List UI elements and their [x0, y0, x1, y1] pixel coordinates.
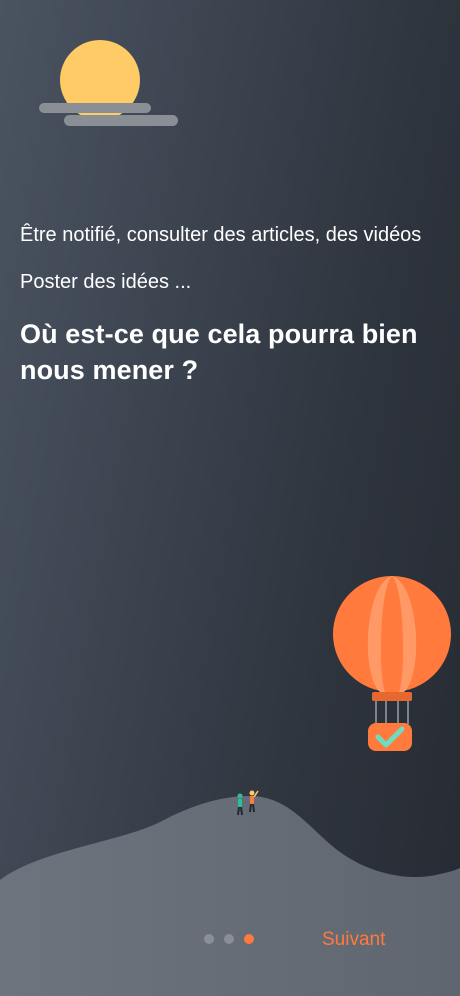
hikers-icon	[237, 790, 259, 816]
page-indicator	[204, 934, 254, 944]
cloud-icon	[64, 115, 178, 126]
page-dot-3-active	[244, 934, 254, 944]
sun-and-cloud-illustration	[39, 40, 178, 126]
description-line-2: Poster des idées ...	[20, 271, 192, 293]
onboarding-headline: Où est-ce que cela pourra bien nous mene…	[20, 319, 418, 385]
hot-air-balloon-icon	[333, 576, 451, 751]
onboarding-screen: Être notifié, consulter des articles, de…	[0, 0, 460, 996]
cloud-icon	[39, 103, 151, 113]
page-dot-2	[224, 934, 234, 944]
page-dot-1	[204, 934, 214, 944]
next-button[interactable]: Suivant	[322, 928, 385, 952]
onboarding-text: Être notifié, consulter des articles, de…	[20, 222, 440, 388]
hill-illustration	[0, 796, 460, 996]
description-line-1: Être notifié, consulter des articles, de…	[20, 224, 422, 246]
